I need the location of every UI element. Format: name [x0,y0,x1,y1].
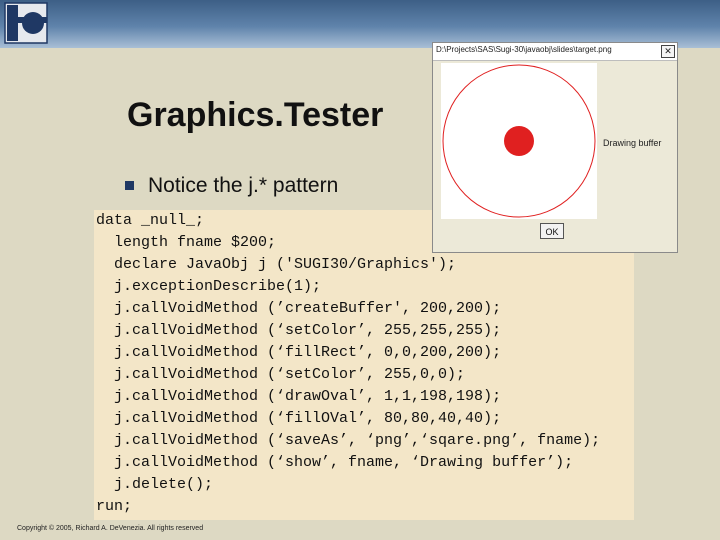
inner-filled-circle [504,126,534,156]
code-line: j.callVoidMethod (‘setColor’, 255,0,0); [96,366,466,383]
code-block: data _null_; length fname $200; declare … [94,210,634,520]
slide-title: Graphics.Tester [127,96,384,134]
java-image-window: D:\Projects\SAS\Sugi-30\javaobj\slides\t… [432,42,678,253]
code-line: j.delete(); [96,476,214,493]
copyright-footer: Copyright © 2005, Richard A. DeVenezia. … [17,525,204,532]
code-line: j.callVoidMethod (‘fillOVal’, 80,80,40,4… [96,410,502,427]
code-line: length fname $200; [96,234,277,251]
code-line: j.callVoidMethod (‘fillRect’, 0,0,200,20… [96,344,502,361]
ok-button[interactable]: OK [540,223,564,239]
sugi-logo [4,2,48,44]
target-image [442,64,596,218]
drawing-canvas [441,63,597,219]
drawing-buffer-label: Drawing buffer [603,138,662,148]
close-icon[interactable]: ✕ [661,45,675,58]
code-line: j.callVoidMethod (‘drawOval’, 1,1,198,19… [96,388,502,405]
code-line: declare JavaObj j ('SUGI30/Graphics'); [96,256,457,273]
code-line: j.callVoidMethod (‘setColor’, 255,255,25… [96,322,502,339]
window-titlebar[interactable]: D:\Projects\SAS\Sugi-30\javaobj\slides\t… [433,43,677,61]
code-line: j.exceptionDescribe(1); [96,278,322,295]
code-line: j.callVoidMethod (’createBuffer', 200,20… [96,300,502,317]
code-line: j.callVoidMethod (‘show’, fname, ‘Drawin… [96,454,574,471]
code-line: run; [96,498,133,515]
window-title: D:\Projects\SAS\Sugi-30\javaobj\slides\t… [436,45,612,54]
code-line: j.callVoidMethod (‘saveAs’, ‘png’,‘sqare… [96,432,601,449]
header-bar [0,0,720,48]
bullet-square-icon [125,181,134,190]
bullet-text: Notice the j.* pattern [148,174,339,197]
code-line: data _null_; [96,212,205,229]
